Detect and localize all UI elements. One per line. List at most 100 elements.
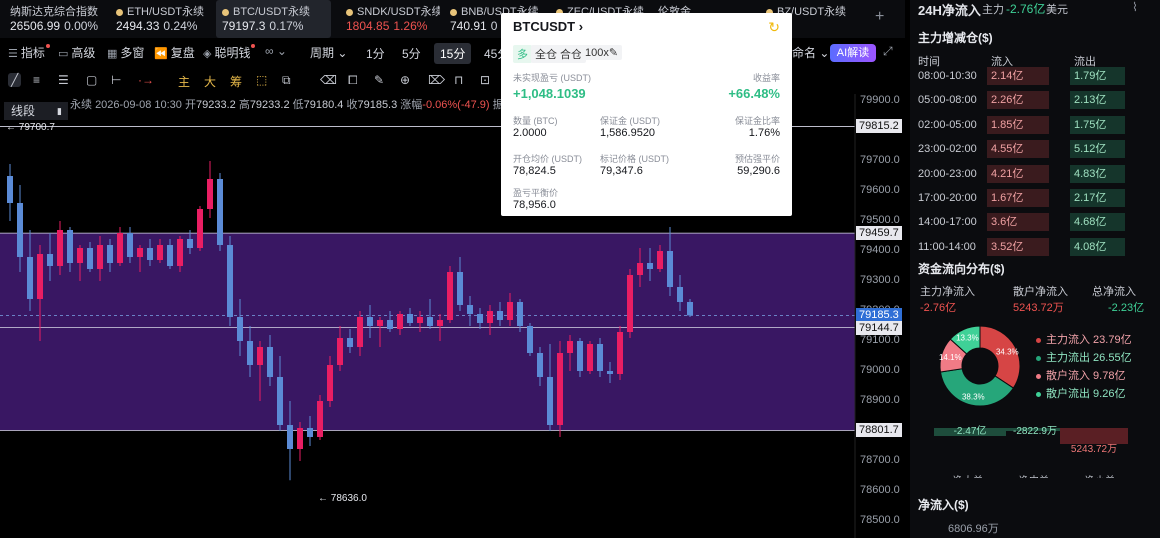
- candle-body: [87, 248, 93, 269]
- ticker-price: 740.91: [450, 19, 487, 33]
- candle-body: [297, 428, 303, 449]
- arrow-icon[interactable]: ·→: [138, 73, 154, 87]
- flow-row: 23:00-02:00 4.55亿 5.12亿: [910, 138, 1160, 162]
- multi-window-button[interactable]: ▦ 多窗: [107, 44, 144, 61]
- leverage-badge[interactable]: 100x✎: [581, 45, 623, 60]
- ai-analysis-button[interactable]: AI解读: [830, 44, 876, 62]
- margin-mode-badge[interactable]: 全仓 合仓: [531, 45, 587, 63]
- candle-body: [307, 428, 313, 437]
- hline-icon[interactable]: ≡: [33, 73, 40, 87]
- channel-icon[interactable]: ☰: [58, 73, 69, 87]
- flow-in-cell: 2.14亿: [987, 67, 1049, 85]
- pencil-icon[interactable]: ✎: [374, 73, 384, 87]
- flow-section-title: 主力增减仓($): [918, 31, 993, 45]
- legend-dot-icon: [1036, 373, 1041, 379]
- ticker-name: SNDK/USDT永续: [357, 6, 440, 18]
- ticker-eth[interactable]: ETH/USDT永续 2494.33 0.24%: [110, 0, 214, 38]
- pie-legend-label: 散户流出 9.26亿: [1046, 388, 1126, 400]
- ticker-btc[interactable]: BTC/USDT永续 79197.3 0.17%: [216, 0, 331, 38]
- pen-icon[interactable]: ╱: [8, 73, 22, 87]
- segment-label[interactable]: 线段 ▮: [4, 102, 68, 120]
- ticker-sndk[interactable]: SNDK/USDT永续 1804.85 1.26%: [340, 0, 440, 38]
- ohlc-legend: 永续 2026-09-08 10:30 开79233.2 高79233.2 低7…: [70, 96, 515, 112]
- interval-1m[interactable]: 1分: [360, 43, 391, 64]
- smart-money-button[interactable]: ◈ 聪明钱: [203, 44, 256, 61]
- candle: [7, 164, 13, 221]
- share-icon[interactable]: ↻: [768, 19, 780, 36]
- ruler-icon[interactable]: ⬚: [256, 73, 267, 87]
- candle-body: [527, 326, 533, 353]
- advanced-button[interactable]: ▭ 高级: [58, 44, 95, 61]
- magnet-icon[interactable]: ⊓: [454, 73, 463, 87]
- candle-body: [397, 314, 403, 329]
- layers-icon[interactable]: ⧉: [282, 73, 291, 88]
- ticker-nasdaq[interactable]: 纳斯达克综合指数 26506.99 0.00%: [4, 0, 104, 38]
- axis-tick-label: 79900.0: [860, 94, 900, 106]
- low-label: 低: [292, 99, 304, 111]
- candle-body: [457, 272, 463, 305]
- candle-body: [647, 263, 653, 269]
- symbol-text: BTCUSDT: [513, 19, 576, 34]
- popup-symbol[interactable]: BTCUSDT ›: [513, 19, 583, 34]
- replay-button[interactable]: ⏪ 复盘: [154, 44, 195, 61]
- margin-value: 1,586.9520: [600, 127, 656, 139]
- trash-icon[interactable]: ⌫: [320, 73, 337, 87]
- ray-icon[interactable]: ⊢: [111, 73, 121, 87]
- entry-value: 78,824.5: [513, 165, 556, 177]
- multi-window-label: 多窗: [120, 46, 145, 60]
- draw-tool-big[interactable]: 大: [204, 73, 216, 90]
- candle-body: [677, 287, 683, 302]
- candle-body: [197, 209, 203, 248]
- draw-tool-chip[interactable]: 筹: [230, 73, 242, 90]
- candle-body: [437, 320, 443, 326]
- ohlc-prefix: 永续: [70, 99, 92, 111]
- chart-icon[interactable]: ⌇: [1132, 0, 1138, 14]
- candle-body: [167, 245, 173, 266]
- indicators-label: 指标: [20, 46, 45, 60]
- expand-icon[interactable]: ⤢: [883, 44, 893, 59]
- low-marker: ← 78636.0: [318, 493, 367, 504]
- pie-legend-item: 主力流出 26.55亿: [1036, 349, 1132, 365]
- infinity-icon[interactable]: ∞ ⌄: [265, 44, 287, 58]
- dist-col-total: 总净流入: [1092, 286, 1136, 298]
- dist-col-retail: 散户净流入: [1013, 286, 1068, 298]
- ticker-price: 26506.99: [10, 19, 61, 33]
- period-dropdown[interactable]: 周期 ⌄: [310, 44, 347, 61]
- lock-icon[interactable]: ⊡: [480, 73, 490, 87]
- candle-body: [377, 320, 383, 326]
- add-ticker-icon[interactable]: +: [875, 8, 884, 26]
- rename-dropdown[interactable]: 命名 ⌄: [792, 44, 829, 61]
- zoom-in-icon[interactable]: ⊕: [400, 73, 410, 87]
- flag-icon: ▮: [57, 106, 62, 116]
- interval-5m[interactable]: 5分: [396, 43, 427, 64]
- candle-body: [7, 176, 13, 203]
- interval-15m[interactable]: 15分: [434, 43, 472, 64]
- flow-out-cell: 1.75亿: [1070, 115, 1125, 134]
- net-bar-label: 净大单: [953, 474, 983, 478]
- leverage-text: 100x: [585, 47, 609, 59]
- candle: [627, 269, 633, 338]
- low-value: 79180.4: [303, 99, 344, 111]
- dist-main-value: -2.76亿: [920, 302, 957, 314]
- price-tag: 79144.7: [856, 320, 902, 335]
- rewind-icon: ⏪: [154, 48, 168, 60]
- flow-time: 20:00-23:00: [918, 167, 977, 180]
- candle-body: [537, 353, 543, 377]
- indicators-button[interactable]: ☰ 指标: [8, 44, 50, 61]
- copy-icon[interactable]: ⧠: [348, 73, 358, 88]
- candle-body: [567, 341, 573, 353]
- flow-out-cell: 2.13亿: [1070, 91, 1125, 110]
- draw-tool-main[interactable]: 主: [178, 73, 190, 90]
- flow-time: 17:00-20:00: [918, 192, 977, 204]
- pie-legend-label: 散户流入 9.78亿: [1046, 370, 1126, 382]
- flow-row: 08:00-10:30 2.14亿 1.79亿: [910, 65, 1160, 89]
- position-popup[interactable]: BTCUSDT › ↻ 多 全仓 合仓 100x✎ 未实现盈亏 (USDT) 收…: [501, 13, 792, 216]
- candle-body: [607, 371, 613, 374]
- net-inflow-bottom-value: 6806.96万: [948, 523, 999, 535]
- axis-tick-label: 78500.0: [860, 514, 900, 526]
- period-label: 周期: [310, 46, 335, 60]
- flow-row: 11:00-14:00 3.52亿 4.08亿: [910, 236, 1160, 260]
- rect-icon[interactable]: ▢: [86, 73, 97, 87]
- candle-body: [187, 239, 193, 248]
- eraser-icon[interactable]: ⌦: [428, 73, 445, 87]
